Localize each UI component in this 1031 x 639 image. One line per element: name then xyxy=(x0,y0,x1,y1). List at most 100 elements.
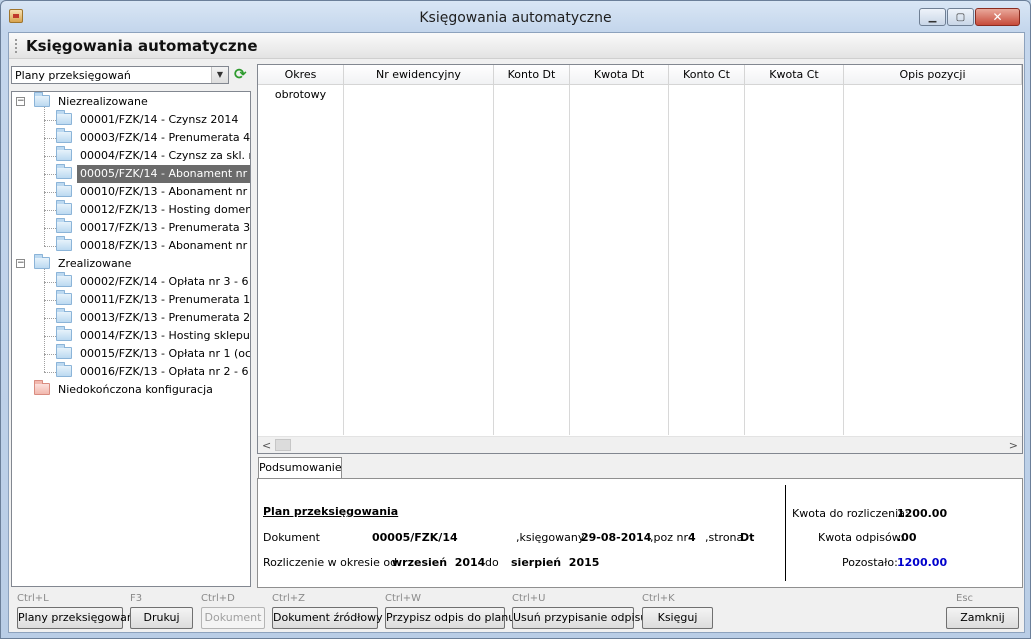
title-bar[interactable]: Księgowania automatyczne ▁ ▢ ✕ xyxy=(1,1,1030,31)
tree-item-label: 00003/FZK/14 - Prenumerata 4 xyxy=(80,131,251,144)
shortcut-hint: Ctrl+K xyxy=(642,593,675,604)
tree-item[interactable]: 00014/FZK/13 - Hosting sklepu int. xyxy=(56,326,250,345)
folder-icon xyxy=(56,164,72,179)
column-header[interactable]: Okres obrotowy xyxy=(258,65,344,101)
application-window: Księgowania automatyczne ▁ ▢ ✕ Księgowan… xyxy=(0,0,1031,639)
refresh-icon[interactable]: ⟳ xyxy=(234,66,250,82)
shortcut-hint: Ctrl+U xyxy=(512,593,546,604)
postings-grid[interactable]: Okres obrotowy Nr ewidencyjny Konto Dt Kwot… xyxy=(257,64,1023,454)
folder-icon xyxy=(56,236,72,251)
column-header[interactable]: Konto Ct xyxy=(669,65,745,85)
window-controls: ▁ ▢ ✕ xyxy=(919,8,1020,26)
tree-connector xyxy=(44,192,56,193)
position-value: 4 xyxy=(688,531,696,544)
column-divider xyxy=(668,85,669,435)
tree-connector xyxy=(44,282,56,283)
column-header[interactable]: Konto Dt xyxy=(494,65,570,85)
tree-connector xyxy=(44,156,56,157)
plan-type-select[interactable]: Plany przeksięgowań ▼ xyxy=(11,66,229,84)
tree-item[interactable]: 00010/FZK/13 - Abonament nr 1 xyxy=(56,182,251,201)
grip-icon xyxy=(15,39,18,53)
client-area: Księgowania automatyczne Plany przeksięg… xyxy=(8,32,1025,633)
scroll-right-icon[interactable]: > xyxy=(1009,439,1018,452)
tree-item[interactable]: 00011/FZK/13 - Prenumerata 1 xyxy=(56,290,250,309)
plan-type-value: Plany przeksięgowań xyxy=(15,69,131,82)
horizontal-scrollbar[interactable]: < > xyxy=(258,436,1022,453)
folder-icon xyxy=(56,308,72,323)
settle-value: 1200.00 xyxy=(897,507,948,520)
tree-connector xyxy=(44,210,56,211)
tree-item-label: 00013/FZK/13 - Prenumerata 2 xyxy=(80,311,251,324)
toolbar-button[interactable]: Księguj xyxy=(642,607,713,629)
column-divider xyxy=(569,85,570,435)
period-to-label: do xyxy=(485,556,499,569)
column-header[interactable]: Nr ewidencyjny xyxy=(344,65,494,85)
folder-icon xyxy=(56,110,72,125)
doc-value: 00005/FZK/14 xyxy=(372,531,458,544)
close-button[interactable]: ✕ xyxy=(975,8,1020,26)
tree-item[interactable]: 00016/FZK/13 - Opłata nr 2 - 6 m-c xyxy=(56,362,250,381)
tree-item[interactable]: 00013/FZK/13 - Prenumerata 2 xyxy=(56,308,251,327)
tree-item-label: 00017/FZK/13 - Prenumerata 3 xyxy=(80,221,251,234)
column-header[interactable]: Kwota Ct xyxy=(745,65,844,85)
tree-item[interactable]: 00002/FZK/14 - Opłata nr 3 - 6 m-c xyxy=(56,272,250,291)
tree-item-label: 00015/FZK/13 - Opłata nr 1 (ochro xyxy=(80,347,251,360)
column-header[interactable]: Opis pozycji xyxy=(844,65,1022,85)
tree-item[interactable]: 00018/FZK/13 - Abonament nr 2 xyxy=(56,236,251,255)
toolbar-button[interactable]: Dokument źródłowy xyxy=(272,607,383,629)
tree-connector xyxy=(44,138,56,139)
side-label: ,strona xyxy=(705,531,744,544)
maximize-button[interactable]: ▢ xyxy=(947,8,974,26)
column-divider xyxy=(343,85,344,435)
tab-summary[interactable]: Podsumowanie xyxy=(258,457,342,479)
toolbar-button[interactable]: Przypisz odpis do planu xyxy=(385,607,515,629)
tree-item[interactable]: 00003/FZK/14 - Prenumerata 4 xyxy=(56,128,251,147)
tree-group[interactable]: Zrealizowane xyxy=(34,254,134,273)
toolbar-button[interactable]: Usuń przypisanie odpisu xyxy=(512,607,647,629)
tree-item[interactable]: 00012/FZK/13 - Hosting domeny 24 xyxy=(56,200,250,219)
scroll-left-icon[interactable]: < xyxy=(262,439,271,452)
tree-item[interactable]: 00005/FZK/14 - Abonament nr 3 xyxy=(56,164,250,183)
tree-connector xyxy=(44,228,56,229)
writeoff-label: Kwota odpisów: xyxy=(818,531,904,544)
tree-item[interactable]: 00001/FZK/14 - Czynsz 2014 xyxy=(56,110,241,129)
tree-connector xyxy=(44,269,45,372)
tree-item-label: 00014/FZK/13 - Hosting sklepu int. xyxy=(80,329,250,342)
folder-icon xyxy=(56,200,72,215)
tree-group[interactable]: Niedokończona konfiguracja xyxy=(34,380,216,399)
window-title: Księgowania automatyczne xyxy=(419,10,612,26)
plan-tree[interactable]: Niezrealizowane − 00001/FZK/14 - Czynsz 20… xyxy=(11,91,251,587)
toolbar-button[interactable]: Dokument xyxy=(201,607,265,629)
settle-label: Kwota do rozliczenia: xyxy=(792,507,909,520)
tree-item-label: 00016/FZK/13 - Opłata nr 2 - 6 m-c xyxy=(80,365,250,378)
column-divider xyxy=(493,85,494,435)
collapse-icon[interactable]: − xyxy=(16,97,25,106)
maximize-icon: ▢ xyxy=(955,11,966,23)
collapse-icon[interactable]: − xyxy=(16,259,25,268)
folder-icon xyxy=(56,218,72,233)
column-divider xyxy=(744,85,745,435)
minimize-button[interactable]: ▁ xyxy=(919,8,946,26)
tree-item[interactable]: 00015/FZK/13 - Opłata nr 1 (ochro xyxy=(56,344,251,363)
toolbar-button[interactable]: Zamknij xyxy=(946,607,1019,629)
tree-item-label: 00010/FZK/13 - Abonament nr 1 xyxy=(80,185,251,198)
tree-connector xyxy=(44,372,56,373)
folder-icon xyxy=(34,92,50,107)
toolbar-button[interactable]: Drukuj xyxy=(130,607,193,629)
tree-connector xyxy=(44,318,56,319)
tree-group[interactable]: Niezrealizowane xyxy=(34,92,151,111)
toolbar-button[interactable]: Plany przeksięgowań xyxy=(17,607,134,629)
tree-item[interactable]: 00004/FZK/14 - Czynsz za skl. nr 1 xyxy=(56,146,250,165)
tree-item[interactable]: 00017/FZK/13 - Prenumerata 3 xyxy=(56,218,251,237)
position-label: ,poz nr xyxy=(650,531,688,544)
tree-item-label: 00005/FZK/14 - Abonament nr 3 xyxy=(77,165,250,183)
shortcut-hint: Esc xyxy=(956,593,974,604)
tree-connector xyxy=(44,336,56,337)
folder-icon xyxy=(56,344,72,359)
chevron-down-icon[interactable]: ▼ xyxy=(211,67,228,83)
tree-item-label: 00018/FZK/13 - Abonament nr 2 xyxy=(80,239,251,252)
period-from: wrzesień 2014 xyxy=(392,556,486,569)
scroll-thumb[interactable] xyxy=(275,439,291,451)
header-bar: Księgowania automatyczne xyxy=(9,33,1024,59)
column-header[interactable]: Kwota Dt xyxy=(570,65,669,85)
